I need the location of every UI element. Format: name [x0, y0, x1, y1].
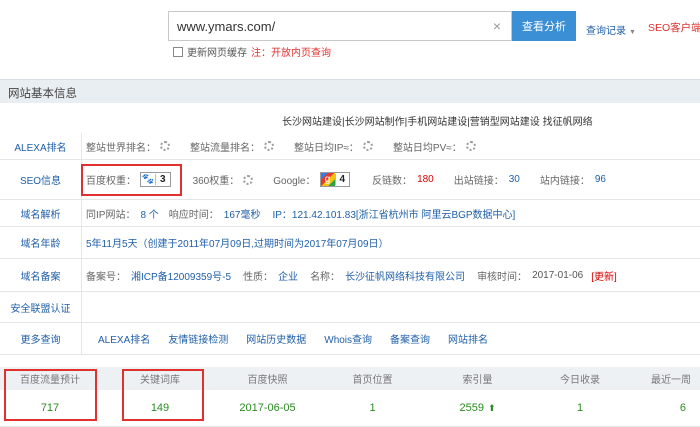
- google-pr-value: 4: [334, 174, 350, 185]
- loading-icon: [264, 141, 274, 151]
- icp-nature-label: 性质：: [243, 271, 274, 283]
- stats-header-cell: 首页位置: [352, 375, 393, 386]
- url-search-box[interactable]: ×: [168, 11, 512, 41]
- loading-icon: [362, 141, 373, 151]
- clear-icon[interactable]: ×: [493, 18, 501, 34]
- icp-name-value: 长沙征帆网络科技有限公司: [345, 271, 466, 283]
- alexa-values: 整站世界排名： 整站流量排名： 整站日均IP≈： 整站日均PV≈：: [86, 133, 496, 159]
- cache-option: 更新网页缓存 注：开放内页查询: [173, 44, 331, 59]
- ip-location[interactable]: IP：121.42.101.83[浙江省杭州市 阿里云BGP数据中心]: [272, 206, 515, 221]
- backlinks-label: 反链数：: [372, 176, 413, 187]
- link-alexa[interactable]: ALEXA排名: [98, 331, 150, 346]
- same-ip-value[interactable]: 8 个: [140, 206, 158, 221]
- stats-header-cell: 今日收录: [560, 375, 600, 386]
- more-queries-links: ALEXA排名 友情链接检测 网站历史数据 Whois查询 备案查询 网站排名: [98, 323, 488, 354]
- link-whois[interactable]: Whois查询: [324, 331, 372, 346]
- chevron-down-icon: ▼: [629, 29, 636, 36]
- domain-age-row: 域名年龄 5年11月5天（创建于2011年07月09日,过期时间为2017年07…: [0, 227, 700, 259]
- seo-label[interactable]: SEO信息: [0, 160, 82, 199]
- icp-time-value: 2017-01-06: [532, 269, 584, 281]
- response-time-value: 167毫秒: [223, 209, 261, 221]
- domain-resolve-label[interactable]: 域名解析: [0, 200, 82, 226]
- icp-number-label: 备案号：: [86, 271, 126, 283]
- security-row: 安全联盟认证: [0, 292, 700, 323]
- week-indexed-value[interactable]: 6: [635, 390, 700, 426]
- icp-name-label: 名称：: [310, 271, 341, 283]
- link-site-rank[interactable]: 网站排名: [448, 331, 488, 346]
- home-position-value: 1: [369, 402, 376, 414]
- daily-ip-label: 整站日均IP≈：: [294, 142, 359, 154]
- query-history-label: 查询记录: [586, 26, 626, 37]
- icp-label[interactable]: 域名备案: [0, 259, 82, 291]
- domain-resolve-values: 同IP网站： 8 个 响应时间： 167毫秒 IP：121.42.101.83[浙江…: [86, 200, 515, 226]
- icp-values: 备案号： 湘ICP备12009359号-5 性质： 企业 名称： 长沙征帆网络科技有限…: [86, 259, 617, 291]
- loading-icon: [465, 141, 476, 151]
- daily-pv-label: 整站日均PV≈：: [392, 142, 462, 154]
- google-pr-badge[interactable]: g4: [319, 172, 351, 187]
- google-icon: g: [320, 173, 335, 186]
- stats-header-cell: 索引量: [462, 375, 493, 386]
- alexa-label[interactable]: ALEXA排名: [0, 133, 82, 159]
- link-history-data[interactable]: 网站历史数据: [246, 331, 306, 346]
- analyze-button[interactable]: 查看分析: [512, 11, 576, 41]
- cache-note: 注：开放内页查询: [251, 48, 331, 59]
- stats-value-row: 717 149 2017-06-05 1 2559 ⬆ 1 6: [0, 390, 700, 427]
- highlight-box: [81, 164, 182, 196]
- stats-header-cell: 最近一周: [651, 375, 691, 386]
- traffic-rank-label: 整站流量排名：: [190, 142, 260, 154]
- icp-nature-value: 企业: [278, 271, 299, 283]
- highlight-box: [4, 369, 97, 421]
- link-icp-query[interactable]: 备案查询: [390, 331, 430, 346]
- highlight-box: [122, 369, 204, 421]
- security-label[interactable]: 安全联盟认证: [0, 292, 82, 322]
- icp-time-label: 审核时间：: [477, 271, 528, 283]
- url-search-input[interactable]: [177, 12, 477, 40]
- query-history-dropdown[interactable]: 查询记录 ▼: [586, 22, 636, 37]
- icp-number-value[interactable]: 湘ICP备12009359号-5: [131, 268, 231, 283]
- update-cache-checkbox[interactable]: [173, 46, 183, 57]
- alexa-row: ALEXA排名 整站世界排名： 整站流量排名： 整站日均IP≈： 整站日均PV≈…: [0, 133, 700, 160]
- index-count-cell[interactable]: 2559 ⬆: [430, 390, 525, 426]
- outlinks-label: 出站链接：: [453, 176, 504, 187]
- more-queries-row: 更多查询 ALEXA排名 友情链接检测 网站历史数据 Whois查询 备案查询 …: [0, 323, 700, 355]
- update-cache-label: 更新网页缓存: [187, 48, 247, 59]
- outlinks-value[interactable]: 30: [509, 174, 520, 185]
- world-rank-label: 整站世界排名：: [86, 142, 156, 154]
- google-label: Google：: [273, 176, 316, 187]
- stats-header-cell: 百度快照: [247, 375, 288, 386]
- loading-icon: [243, 174, 254, 185]
- today-indexed-value[interactable]: 1: [525, 390, 635, 426]
- domain-age-values: 5年11月5天（创建于2011年07月09日,过期时间为2017年07月09日）: [86, 227, 389, 258]
- backlinks-value[interactable]: 180: [417, 174, 434, 185]
- snapshot-date-value[interactable]: 2017-06-05: [220, 390, 315, 426]
- trend-up-icon: ⬆: [487, 402, 496, 413]
- domain-age-label[interactable]: 域名年龄: [0, 227, 82, 258]
- inlinks-label: 站内链接：: [539, 176, 590, 187]
- stats-header-row: 百度流量预计 关键词库 百度快照 首页位置 索引量 今日收录 最近一周: [0, 367, 700, 390]
- loading-icon: [160, 141, 170, 151]
- panel-title: 网站基本信息: [8, 88, 77, 100]
- response-time-label: 响应时间：: [168, 209, 219, 221]
- basic-info-header: 网站基本信息: [0, 79, 700, 103]
- seo-client-download-link[interactable]: SEO客户端下: [648, 20, 700, 35]
- domain-resolve-row: 域名解析 同IP网站： 8 个 响应时间： 167毫秒 IP：121.42.101.…: [0, 200, 700, 227]
- domain-age-value: 5年11月5天（创建于2011年07月09日,过期时间为2017年07月09日）: [86, 239, 389, 250]
- more-queries-label: 更多查询: [0, 323, 82, 354]
- icp-row: 域名备案 备案号： 湘ICP备12009359号-5 性质： 企业 名称： 长沙征帆网…: [0, 259, 700, 292]
- index-count-value: 2559: [459, 402, 484, 414]
- inlinks-value[interactable]: 96: [595, 174, 606, 185]
- w360-weight-label: 360权重：: [192, 176, 240, 187]
- same-ip-label: 同IP网站：: [86, 209, 136, 221]
- link-friend-check[interactable]: 友情链接检测: [168, 331, 228, 346]
- site-title-banner: 长沙网站建设|长沙网站制作|手机网站建设|营销型网站建设 找征帆网络: [282, 117, 593, 128]
- icp-update-link[interactable]: [更新]: [591, 268, 617, 283]
